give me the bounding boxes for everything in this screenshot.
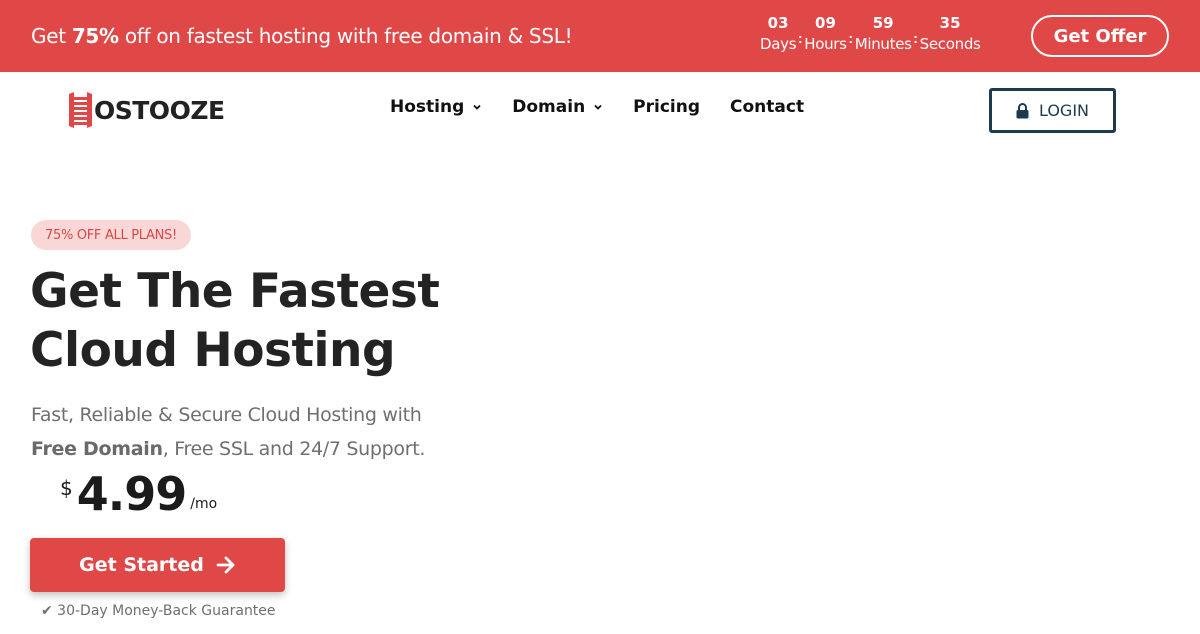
countdown-value: 03 [767,14,789,32]
headline-line-1: Get The Fastest [30,264,440,319]
discount-badge: 75% OFF ALL PLANS! [31,220,191,250]
countdown-separator: : [848,30,854,46]
countdown-timer: 03 Days : 09 Hours : 59 Minutes : 35 Sec… [760,13,981,55]
countdown-label: Days [760,35,797,53]
promo-bar: Get 75% off on fastest hosting with free… [0,0,1200,72]
price-amount: 4.99 [76,467,187,521]
promo-text-start: Get [31,24,72,48]
money-back-guarantee: ✔ 30-Day Money-Back Guarantee [41,603,276,619]
get-offer-button[interactable]: Get Offer [1031,15,1169,57]
countdown-label: Seconds [919,35,981,53]
get-started-button[interactable]: Get Started [30,538,285,592]
countdown-hours: 09 Hours [804,13,847,55]
nav-item-contact[interactable]: Contact [730,97,804,117]
nav-item-domain[interactable]: Domain [512,97,603,117]
nav-item-pricing[interactable]: Pricing [633,97,700,117]
countdown-separator: : [913,30,918,46]
price-period: /mo [190,496,218,512]
login-button[interactable]: LOGIN [989,88,1116,133]
login-label: LOGIN [1038,101,1090,120]
logo[interactable]: OSTOOZE [68,91,225,129]
countdown-minutes: 59 Minutes [855,13,912,55]
promo-text-end: off on fastest hosting with free domain … [118,24,573,48]
arrow-right-icon [216,556,235,574]
subtext-bold: Free Domain [31,438,163,460]
get-started-label: Get Started [79,554,204,576]
countdown-label: Minutes [854,35,912,53]
ladder-h-icon [68,91,93,129]
headline-line-2: Cloud Hosting [30,323,396,378]
price-currency: $ [60,476,73,500]
nav-label: Contact [730,97,805,117]
countdown-separator: : [797,30,803,46]
subtext-line-2: , Free SSL and 24/7 Support. [162,438,426,460]
countdown-days: 03 Days [760,13,797,55]
subtext-line-1: Fast, Reliable & Secure Cloud Hosting wi… [31,404,422,426]
countdown-seconds: 35 Seconds [920,13,981,55]
countdown-label: Hours [804,35,847,53]
nav-label: Hosting [390,97,465,117]
promo-discount: 75% [71,24,119,48]
chevron-down-icon [473,104,481,110]
lock-icon [1016,102,1029,118]
countdown-value: 09 [815,14,836,32]
hero-subtext: Fast, Reliable & Secure Cloud Hosting wi… [31,398,471,466]
promo-text: Get 75% off on fastest hosting with free… [31,24,573,48]
countdown-value: 59 [872,14,894,32]
chevron-down-icon [594,104,602,110]
hero-headline: Get The Fastest Cloud Hosting [30,262,550,380]
countdown-value: 35 [939,14,961,32]
main-nav: Hosting Domain Pricing Contact [390,97,834,117]
nav-item-hosting[interactable]: Hosting [390,97,482,117]
price: $ 4.99 /mo [60,466,217,522]
logo-text: OSTOOZE [94,95,225,125]
nav-label: Pricing [633,97,701,117]
nav-label: Domain [512,97,586,117]
